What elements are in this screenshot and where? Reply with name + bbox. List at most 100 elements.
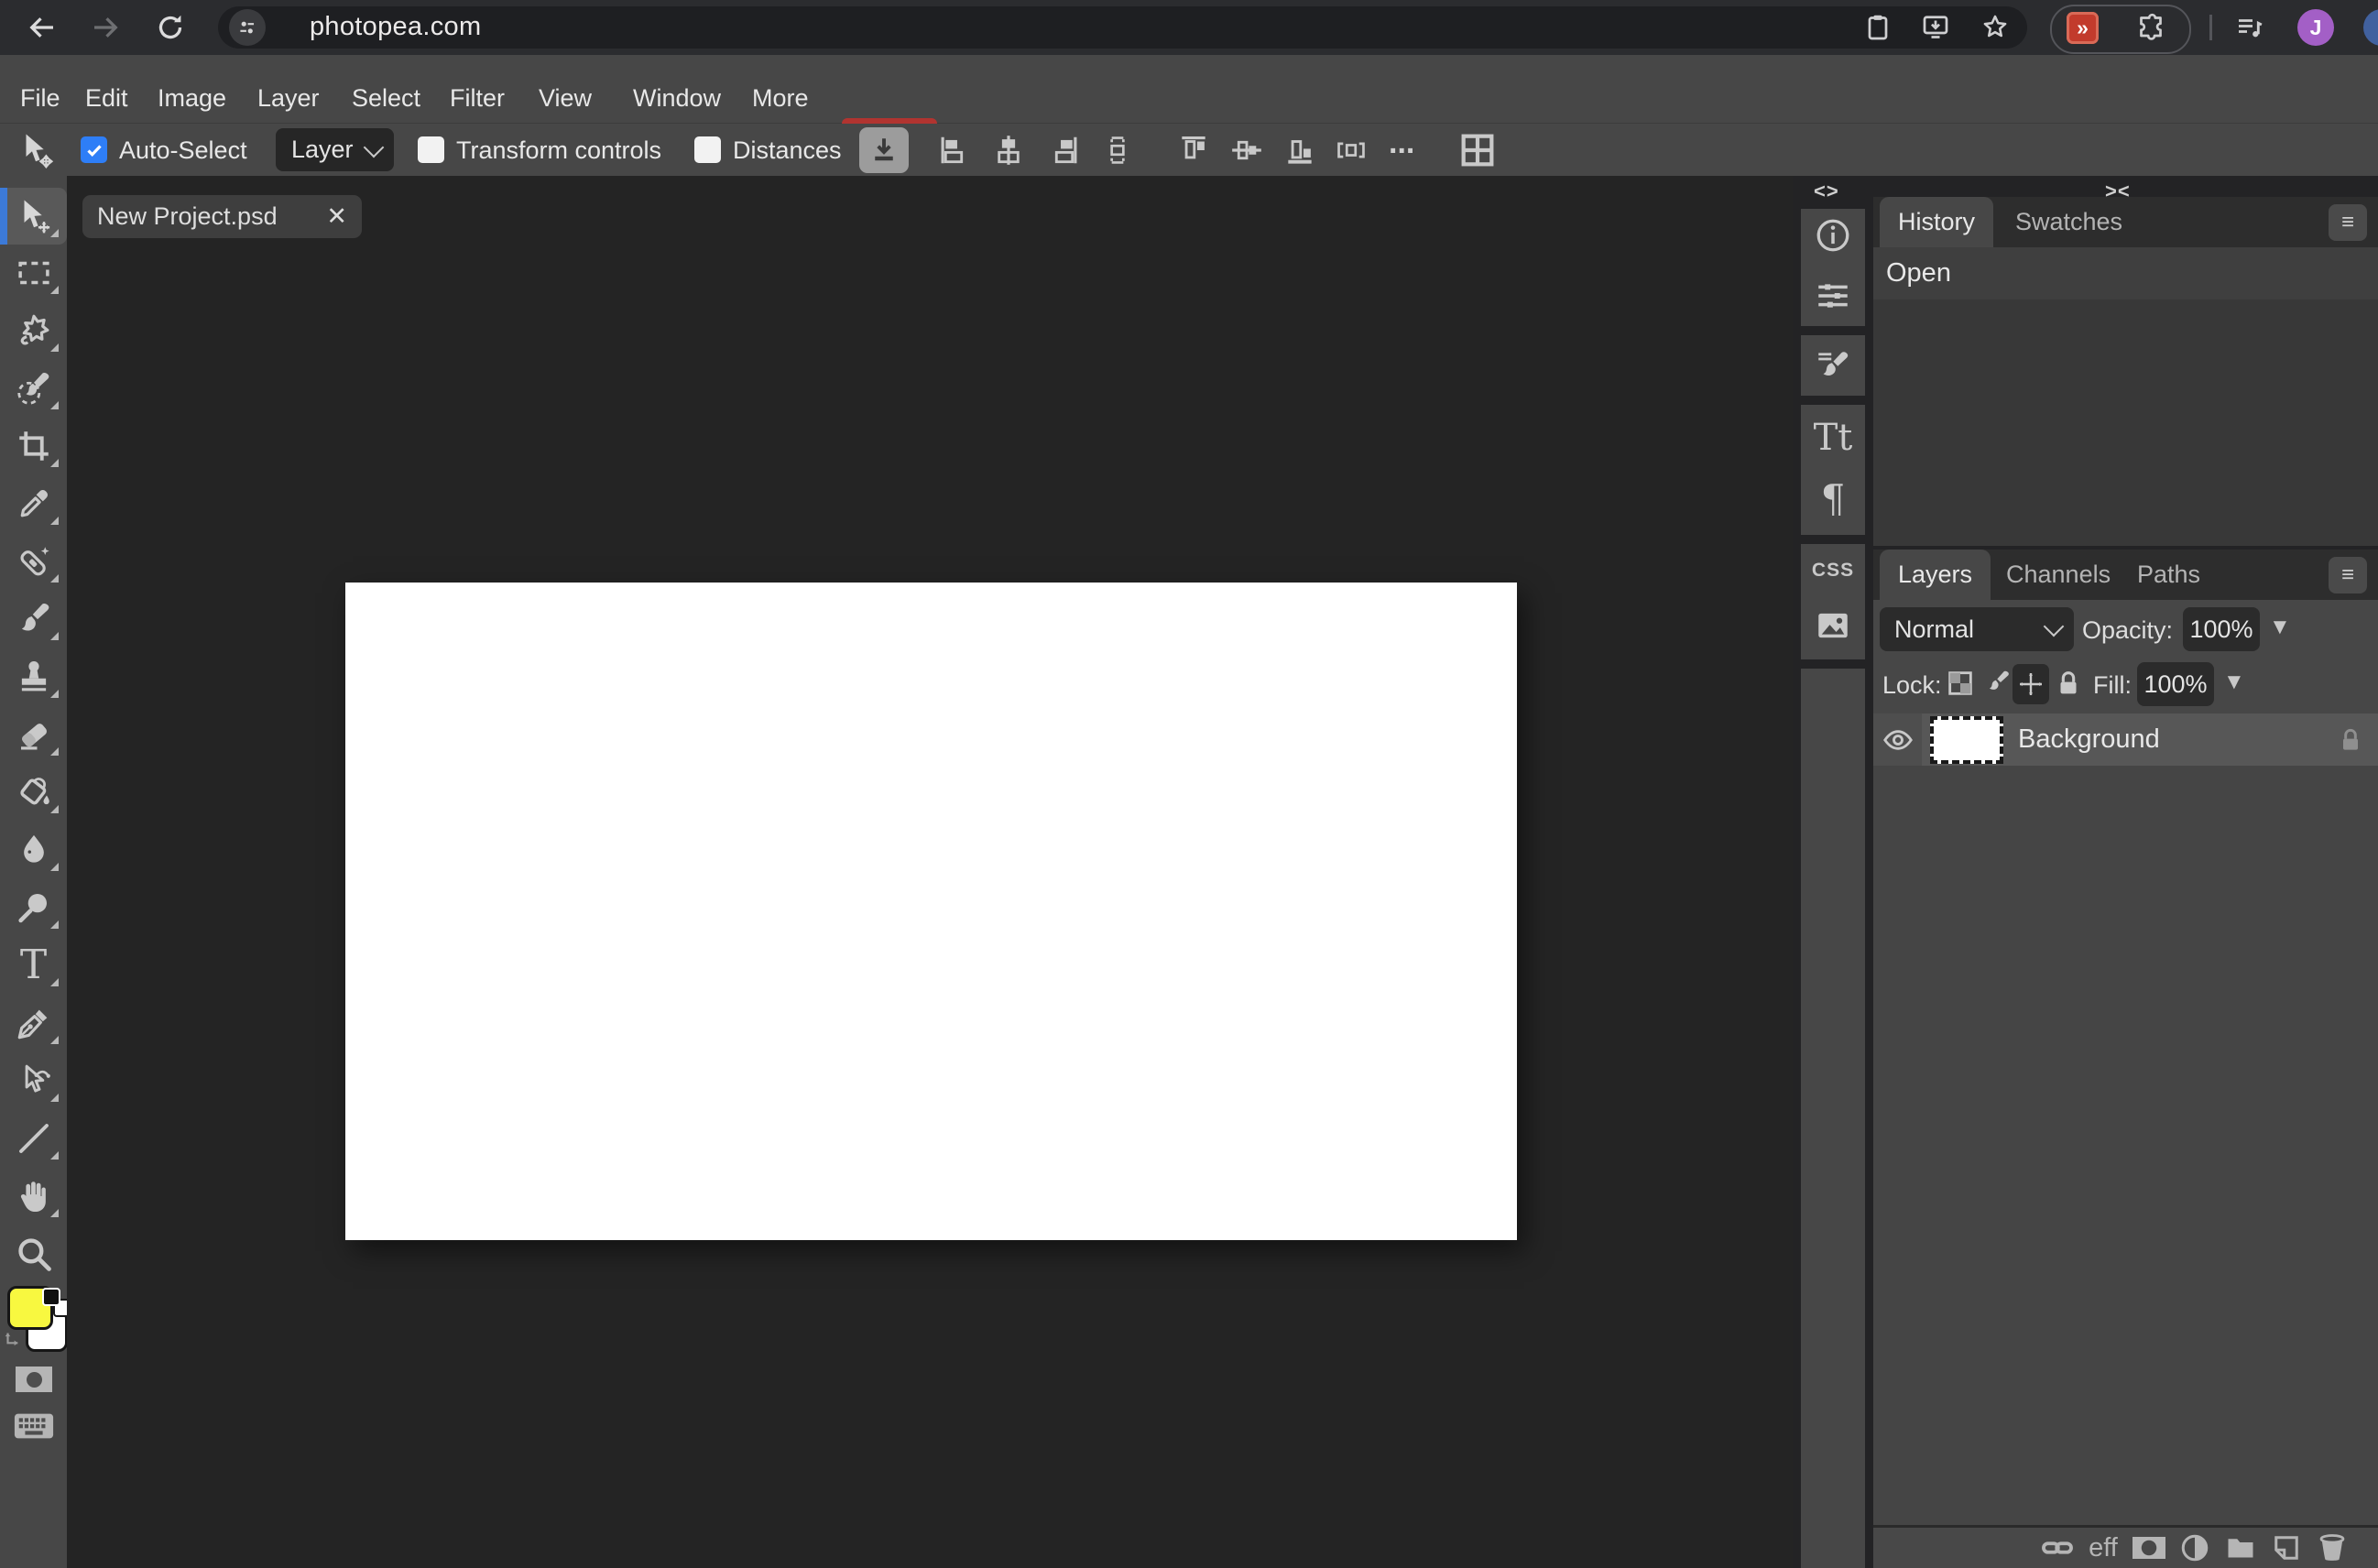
path-select-tool[interactable] [0, 1052, 67, 1109]
lock-all-icon[interactable] [2053, 668, 2084, 699]
marquee-select-tool[interactable] [0, 245, 67, 301]
tab-layers[interactable]: Layers [1880, 550, 1991, 600]
url-text[interactable]: photopea.com [310, 12, 481, 42]
clipboard-icon[interactable] [1861, 11, 1894, 44]
swap-colors-icon[interactable] [2, 1326, 26, 1352]
forward-icon[interactable] [89, 11, 122, 44]
keyboard-shortcuts-icon[interactable] [13, 1410, 55, 1442]
opacity-value[interactable]: 100% [2183, 607, 2260, 651]
align-center-horizontal-icon[interactable] [991, 133, 1026, 168]
new-layer-icon[interactable] [2268, 1531, 2305, 1564]
menu-file[interactable]: File [20, 84, 60, 113]
history-entry-row[interactable]: Open [1873, 247, 2378, 299]
menu-window[interactable]: Window [633, 84, 721, 113]
menu-filter[interactable]: Filter [450, 84, 505, 113]
clone-stamp-tool[interactable] [0, 648, 67, 705]
type-tool[interactable]: T [0, 937, 67, 994]
tab-channels[interactable]: Channels [1988, 550, 2129, 600]
url-bar[interactable] [218, 6, 2027, 49]
tab-paths[interactable]: Paths [2119, 550, 2219, 600]
auto-select-checkbox[interactable] [81, 136, 107, 163]
css-panel-icon[interactable]: CSS [1801, 542, 1865, 599]
align-bottom-icon[interactable] [1282, 133, 1317, 168]
secondary-avatar[interactable] [2363, 9, 2378, 46]
zoom-tool[interactable] [0, 1225, 67, 1282]
site-settings-icon[interactable] [229, 9, 266, 46]
new-folder-icon[interactable] [2222, 1531, 2259, 1564]
align-middle-vertical-icon[interactable] [1229, 133, 1264, 168]
transform-controls-checkbox[interactable] [418, 136, 444, 163]
close-tab-icon[interactable]: ✕ [326, 202, 347, 231]
blur-tool[interactable] [0, 822, 67, 878]
paragraph-panel-icon[interactable]: ¶ [1801, 470, 1865, 527]
document-canvas[interactable] [345, 583, 1517, 1240]
healing-brush-tool[interactable] [0, 533, 67, 590]
back-icon[interactable] [26, 11, 59, 44]
eyedropper-tool[interactable] [0, 475, 67, 532]
move-tool[interactable] [0, 188, 67, 245]
tab-swatches[interactable]: Swatches [1997, 197, 2141, 247]
pen-tool[interactable] [0, 995, 67, 1051]
distribute-vertical-icon[interactable] [1100, 133, 1135, 168]
history-panel-menu-icon[interactable]: ≡ [2329, 204, 2367, 241]
layer-thumbnail[interactable] [1930, 715, 2003, 764]
tab-history[interactable]: History [1880, 197, 1994, 247]
lock-position-icon[interactable] [2013, 664, 2049, 704]
quick-select-tool[interactable] [0, 360, 67, 417]
align-left-icon[interactable] [936, 133, 971, 168]
add-adjustment-icon[interactable] [2176, 1531, 2213, 1564]
align-top-icon[interactable] [1176, 133, 1211, 168]
brush-tool[interactable] [0, 591, 67, 648]
layers-panel-menu-icon[interactable]: ≡ [2329, 557, 2367, 593]
info-panel-icon[interactable] [1801, 207, 1865, 264]
lock-pixels-icon[interactable] [1981, 668, 2013, 699]
line-tool[interactable] [0, 1110, 67, 1167]
brush-settings-panel-icon[interactable] [1801, 337, 1865, 394]
dodge-tool[interactable] [0, 879, 67, 936]
blend-mode-dropdown[interactable]: Normal [1880, 607, 2074, 651]
character-panel-icon[interactable]: Tt [1801, 409, 1865, 466]
menu-view[interactable]: View [539, 84, 592, 113]
menu-select[interactable]: Select [352, 84, 420, 113]
reload-icon[interactable] [154, 11, 187, 44]
more-align-options[interactable]: ... [1389, 125, 1414, 161]
extensions-puzzle-icon[interactable] [2134, 11, 2167, 44]
distances-checkbox[interactable] [694, 136, 721, 163]
extension-badge-icon[interactable]: » [2067, 12, 2099, 44]
hand-tool[interactable] [0, 1168, 67, 1225]
media-controls-icon[interactable] [2233, 11, 2266, 44]
layer-row-background[interactable]: Background [1873, 713, 2378, 766]
opacity-slider-triangle[interactable]: ▼ [2269, 615, 2291, 640]
install-app-icon[interactable] [1919, 11, 1952, 44]
menu-layer[interactable]: Layer [257, 84, 320, 113]
fill-value[interactable]: 100% [2137, 662, 2214, 706]
distribute-horizontal-icon[interactable] [1334, 133, 1369, 168]
collapse-rail-control[interactable]: <> [1814, 180, 1839, 203]
arrange-windows-icon[interactable] [1456, 129, 1499, 171]
eraser-tool[interactable] [0, 706, 67, 763]
menu-more[interactable]: More [752, 84, 809, 113]
crop-tool[interactable] [0, 418, 67, 474]
download-button[interactable] [859, 127, 909, 173]
profile-avatar[interactable]: J [2297, 9, 2334, 46]
link-layers-icon[interactable] [2039, 1531, 2076, 1564]
default-foreground-swatch[interactable] [42, 1288, 60, 1306]
align-right-icon[interactable] [1047, 133, 1082, 168]
adjustments-panel-icon[interactable] [1801, 267, 1865, 324]
layer-locked-icon[interactable] [2336, 725, 2365, 755]
bookmark-star-icon[interactable] [1979, 11, 2012, 44]
delete-layer-icon[interactable] [2314, 1531, 2351, 1564]
document-tab[interactable]: New Project.psd ✕ [82, 195, 362, 238]
menu-image[interactable]: Image [158, 84, 226, 113]
lock-transparency-icon[interactable] [1945, 668, 1976, 699]
lasso-tool[interactable] [0, 302, 67, 359]
layer-visibility-cell[interactable] [1873, 713, 1922, 766]
image-panel-icon[interactable] [1801, 597, 1865, 654]
fill-slider-triangle[interactable]: ▼ [2223, 670, 2245, 695]
layer-effects-icon[interactable]: eff [2085, 1531, 2122, 1564]
menu-edit[interactable]: Edit [85, 84, 128, 113]
target-select-dropdown[interactable]: Layer [276, 128, 394, 171]
quick-mask-icon[interactable] [16, 1367, 52, 1392]
paint-bucket-tool[interactable] [0, 764, 67, 821]
add-mask-icon[interactable] [2131, 1531, 2167, 1564]
